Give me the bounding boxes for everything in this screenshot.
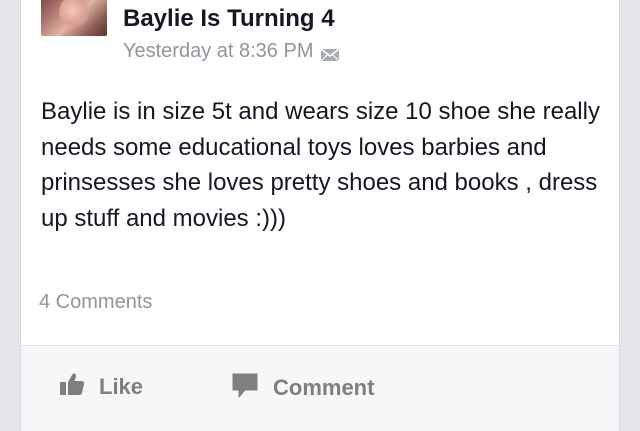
post-card: Baylie Is Turning 4 Yesterday at 8:36 PM… <box>20 0 620 431</box>
post-meta: Yesterday at 8:36 PM <box>123 40 340 63</box>
avatar[interactable] <box>41 0 107 36</box>
thumbs-up-icon <box>59 372 85 402</box>
action-bar: Like Comment <box>21 346 619 431</box>
comments-count[interactable]: 4 Comments <box>39 291 152 314</box>
comment-button[interactable]: Comment <box>231 372 374 404</box>
avatar-face <box>59 0 89 28</box>
post-timestamp[interactable]: Yesterday at 8:36 PM <box>123 40 314 63</box>
post-author[interactable]: Baylie Is Turning 4 <box>123 5 335 33</box>
comment-label: Comment <box>273 375 375 400</box>
like-button[interactable]: Like <box>59 372 143 402</box>
envelope-icon <box>320 45 340 61</box>
speech-bubble-icon <box>231 372 259 404</box>
post-text: Baylie is in size 5t and wears size 10 s… <box>41 98 600 232</box>
like-label: Like <box>99 374 144 399</box>
